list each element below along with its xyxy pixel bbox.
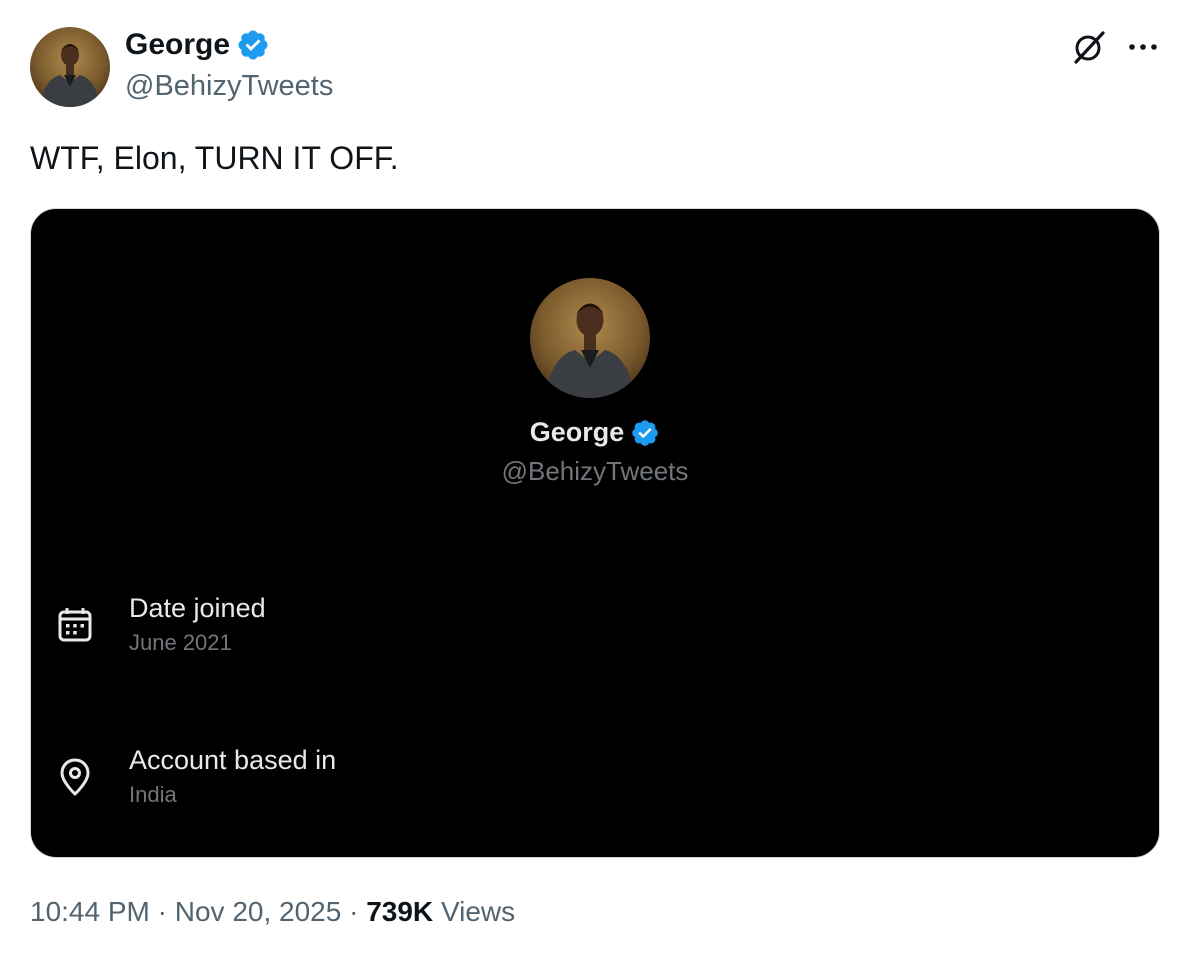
calendar-icon [58,608,92,642]
tweet-text: WTF, Elon, TURN IT OFF. [30,140,399,176]
views-count[interactable]: 739K [366,896,433,927]
embedded-profile-name: George [529,417,625,447]
meta-separator: · [149,896,175,927]
more-options-icon[interactable] [1126,32,1160,62]
verified-badge-icon [238,30,268,60]
author-handle[interactable]: @BehizyTweets [125,70,333,103]
tweet-time[interactable]: 10:44 PM [30,896,150,927]
embedded-profile-handle: @BehizyTweets [501,456,689,486]
embedded-profile-avatar [530,278,650,398]
views-label: Views [440,896,516,927]
embedded-verified-badge-icon [632,419,659,446]
account-based-in-label: Account based in [129,745,337,775]
tweet-date[interactable]: Nov 20, 2025 [175,896,342,927]
tweet-metadata: 10:44 PM · Nov 20, 2025 · 739K Views [30,896,515,928]
author-name[interactable]: George [125,28,230,62]
date-joined-label: Date joined [129,593,266,623]
tweet-media-image[interactable]: George @BehizyTweets Date joined June 20… [30,208,1160,858]
embedded-profile-name-row: George [31,417,1159,448]
meta-separator: · [341,896,367,927]
embedded-avatar-photo [530,278,650,398]
author-name-row[interactable]: George [125,28,270,62]
grok-icon[interactable] [1070,28,1108,66]
account-based-in-value: India [129,782,177,807]
author-avatar[interactable] [30,27,110,107]
date-joined-value: June 2021 [129,630,232,655]
location-pin-icon [60,758,90,796]
avatar-photo [30,27,110,107]
